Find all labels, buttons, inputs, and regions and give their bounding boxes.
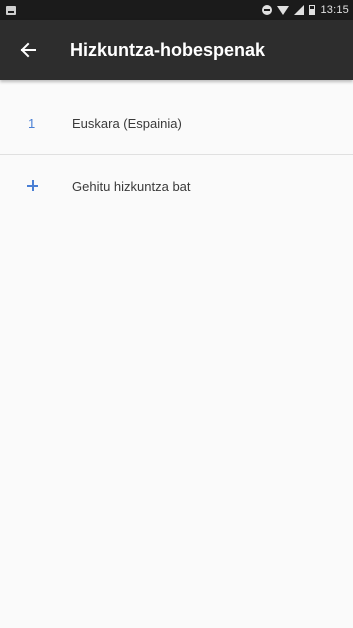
signal-icon: [294, 5, 305, 15]
language-index: 1: [28, 115, 36, 131]
language-name: Euskara (Espainia): [72, 115, 182, 131]
plus-icon: [27, 179, 38, 191]
status-bar: 13:15: [0, 0, 353, 20]
status-left: [6, 5, 16, 15]
add-language-label: Gehitu hizkuntza bat: [72, 178, 191, 194]
back-button[interactable]: [0, 20, 56, 80]
wifi-icon: [277, 5, 290, 15]
battery-icon: [309, 5, 316, 15]
language-list: 1 Euskara (Espainia) Gehitu hizkuntza ba…: [0, 92, 353, 217]
page-title: Hizkuntza-hobespenak: [70, 39, 266, 60]
arrow-left-icon: [20, 42, 36, 58]
language-item[interactable]: 1 Euskara (Espainia): [0, 92, 353, 154]
toolbar: Hizkuntza-hobespenak: [0, 20, 353, 80]
status-right: 13:15: [262, 4, 349, 16]
do-not-disturb-icon: [262, 5, 273, 15]
status-clock: 13:15: [320, 4, 349, 16]
add-language-button[interactable]: Gehitu hizkuntza bat: [0, 155, 353, 217]
add-language-lead: [0, 179, 72, 194]
notification-icon: [6, 5, 16, 15]
screen: 13:15 Hizkuntza-hobespenak 1 Euskara (Es…: [0, 0, 353, 628]
